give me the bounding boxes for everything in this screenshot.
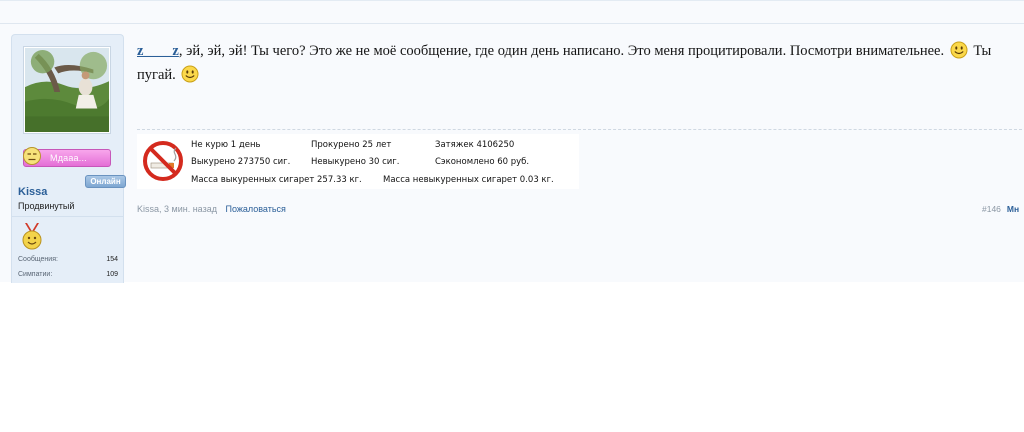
message-text: Ты bbox=[973, 43, 992, 59]
post-number-link[interactable]: #146 bbox=[982, 204, 1001, 214]
no-smoking-icon bbox=[143, 141, 183, 181]
sig-smoked-cigs: Выкурено 273750 сиг. bbox=[191, 157, 291, 167]
footer-author: Kissa bbox=[137, 204, 160, 214]
username-link[interactable]: Kissa bbox=[18, 186, 47, 198]
mood-label: Мдааа... bbox=[50, 153, 87, 163]
signature-divider bbox=[137, 129, 1024, 130]
mood-face-icon bbox=[23, 147, 41, 165]
avatar[interactable] bbox=[23, 46, 111, 134]
sig-mass-not-smoked: Масса невыкуренных сигарет 0.03 кг. bbox=[383, 175, 554, 185]
sig-mass-smoked: Масса выкуренных сигарет 257.33 кг. bbox=[191, 175, 362, 185]
more-link[interactable]: Мн bbox=[1007, 204, 1019, 214]
message-text: пугай. bbox=[137, 67, 176, 83]
stat-likes: Симпатии: 109 bbox=[18, 271, 118, 278]
sig-puffs: Затяжек 4106250 bbox=[435, 140, 515, 150]
stat-value: 109 bbox=[106, 271, 118, 278]
post-number: #146 Мн bbox=[982, 204, 1019, 214]
stat-value: 154 bbox=[106, 256, 118, 263]
smiley-icon bbox=[181, 65, 199, 83]
post-footer: Kissa, 3 мин. назад Пожаловаться bbox=[137, 204, 286, 214]
user-title: Продвинутый bbox=[18, 201, 75, 211]
report-link[interactable]: Пожаловаться bbox=[225, 204, 285, 214]
post-message: z____z, эй, эй, эй! Ты чего? Это же не м… bbox=[137, 39, 1024, 87]
sig-saved: Сэкономлено 60 руб. bbox=[435, 157, 530, 167]
divider bbox=[12, 216, 123, 217]
stat-label: Сообщения: bbox=[18, 256, 58, 263]
stat-messages: Сообщения: 154 bbox=[18, 256, 118, 263]
divider bbox=[0, 23, 1024, 24]
sig-smoked-years: Прокурено 25 лет bbox=[311, 140, 392, 150]
quoted-user-link[interactable]: z____z bbox=[137, 43, 179, 59]
footer-time: , 3 мин. назад bbox=[159, 204, 217, 214]
post-container: Мдааа... Онлайн Kissa Продвинутый Сообще… bbox=[0, 0, 1024, 283]
sig-not-smoking: Не курю 1 день bbox=[191, 140, 261, 150]
message-text: , эй, эй, эй! Ты чего? Это же не моё соо… bbox=[178, 43, 945, 59]
mood-button[interactable]: Мдааа... bbox=[23, 147, 111, 167]
smiley-icon bbox=[950, 41, 968, 59]
user-panel: Мдааа... Онлайн Kissa Продвинутый Сообще… bbox=[11, 34, 126, 283]
sig-not-smoked-cigs: Невыкурено 30 сиг. bbox=[311, 157, 400, 167]
stat-label: Симпатии: bbox=[18, 271, 53, 278]
medal-icon bbox=[22, 223, 42, 250]
online-badge: Онлайн bbox=[85, 175, 126, 188]
avatar-photo bbox=[25, 48, 109, 132]
signature-block: Не курю 1 день Прокурено 25 лет Затяжек … bbox=[137, 134, 579, 189]
